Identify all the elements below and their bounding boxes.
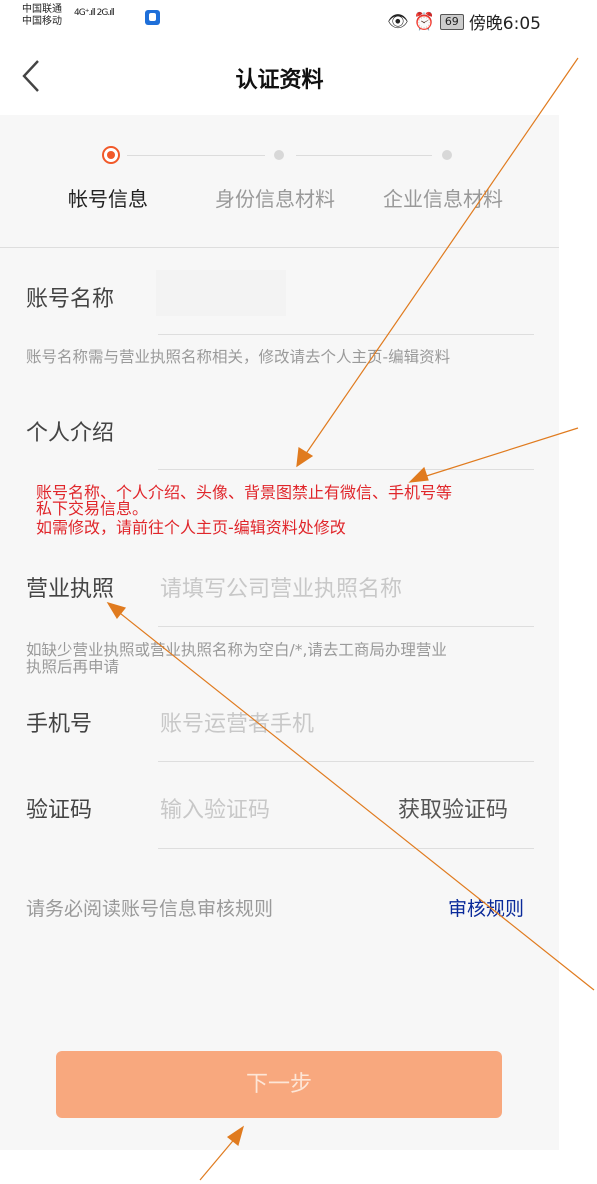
carrier-names: 中国联通 中国移动	[22, 4, 62, 28]
license-underline	[158, 626, 534, 627]
step-2-indicator	[274, 150, 284, 160]
status-time: 傍晚6:05	[468, 14, 541, 34]
alarm-icon: ⏰	[413, 11, 435, 32]
phone-label: 手机号	[26, 712, 93, 737]
step-label-company: 企业信息材料	[383, 187, 503, 211]
step-label-identity: 身份信息材料	[215, 187, 335, 211]
phone-input[interactable]: 账号运营者手机	[160, 706, 314, 738]
license-label: 营业执照	[26, 577, 115, 602]
code-underline	[158, 848, 534, 849]
license-input[interactable]: 请填写公司营业执照名称	[160, 571, 402, 603]
license-hint-line: 执照后再申请	[26, 658, 120, 676]
intro-underline	[158, 469, 534, 470]
account-name-input[interactable]	[156, 270, 286, 316]
account-name-hint: 账号名称需与营业执照名称相关，修改请去个人主页-编辑资料	[26, 348, 451, 366]
get-code-button[interactable]: 获取验证码	[398, 792, 508, 824]
notice-line: 如需修改，请前往个人主页-编辑资料处修改	[36, 518, 346, 537]
step-connector	[127, 155, 265, 156]
battery-icon: 69	[439, 13, 464, 30]
license-hint: 如缺少营业执照或营业执照名称为空白/*,请去工商局办理营业 执照后再申请	[26, 642, 538, 676]
license-hint-line: 如缺少营业执照或营业执照名称为空白/*,请去工商局办理营业	[26, 641, 447, 659]
code-label: 验证码	[26, 798, 93, 823]
eye-icon: 👁	[387, 11, 409, 32]
rules-note: 请务必阅读账号信息审核规则	[26, 898, 274, 920]
carrier-2: 中国移动	[22, 16, 62, 27]
page-title: 认证资料	[235, 68, 324, 93]
status-right: 👁 ⏰ 69 傍晚6:05	[387, 9, 541, 35]
signal-icon: 4G⁺.ıll 2G.ıll	[74, 8, 115, 18]
step-label-account: 帐号信息	[68, 187, 148, 211]
phone-underline	[158, 761, 534, 762]
account-name-label: 账号名称	[26, 287, 115, 312]
notice-text: 账号名称、个人介绍、头像、背景图禁止有微信、手机号等 私下交易信息。 如需修改，…	[36, 485, 536, 536]
rules-link[interactable]: 审核规则	[448, 894, 524, 921]
next-button[interactable]: 下一步	[56, 1051, 502, 1118]
step-connector	[296, 155, 432, 156]
notice-line: 私下交易信息。	[36, 499, 149, 518]
intro-label: 个人介绍	[26, 421, 115, 446]
account-name-underline	[158, 334, 534, 335]
carrier-1: 中国联通	[22, 4, 62, 15]
step-1-indicator	[102, 146, 120, 164]
code-input[interactable]: 输入验证码	[160, 792, 270, 824]
divider	[0, 247, 559, 248]
app-notification-icon	[145, 10, 160, 25]
intro-input[interactable]	[158, 405, 534, 465]
step-3-indicator	[442, 150, 452, 160]
